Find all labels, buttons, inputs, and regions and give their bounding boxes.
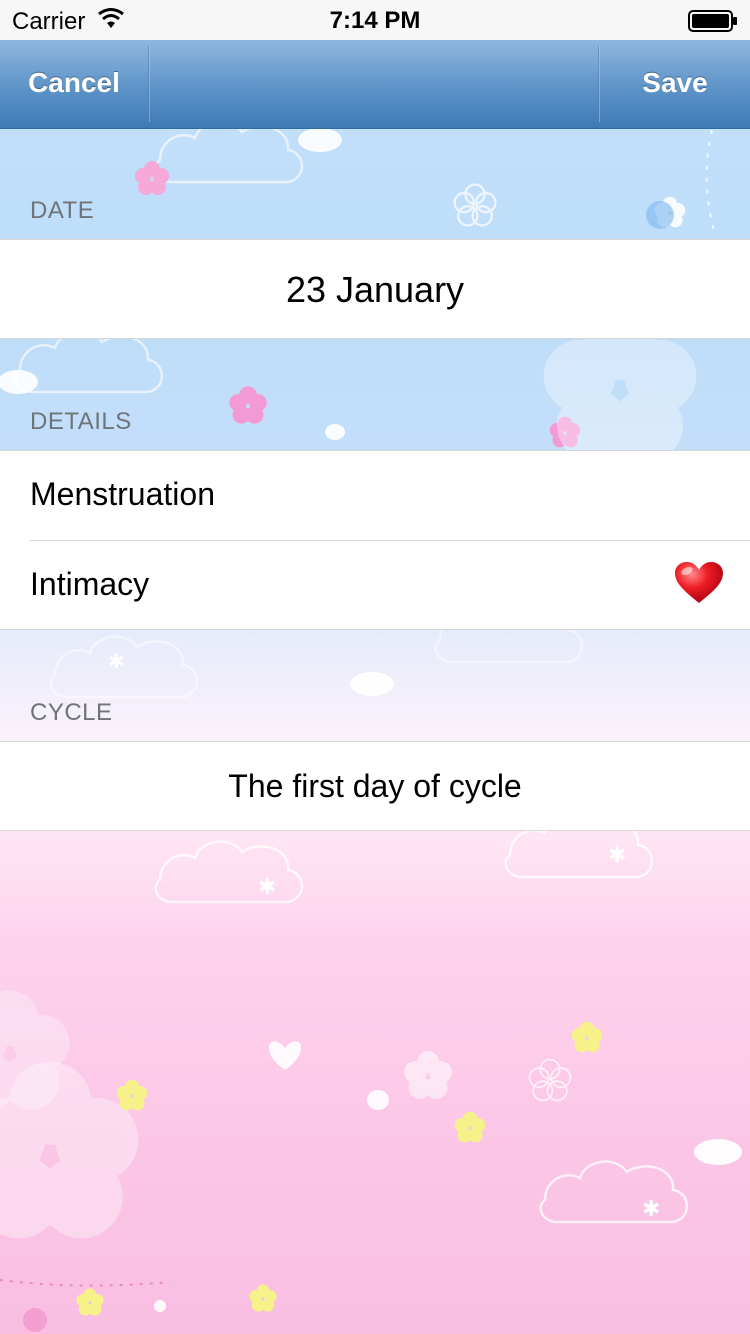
row-label: Intimacy <box>30 566 150 602</box>
svg-text:✱: ✱ <box>108 649 125 673</box>
nav-divider <box>148 46 150 122</box>
navigation-bar: Cancel Save <box>0 40 750 129</box>
cancel-button[interactable]: Cancel <box>0 40 148 128</box>
status-time: 7:14 PM <box>329 7 421 34</box>
date-cell[interactable]: 23 January <box>0 239 750 339</box>
date-value: 23 January <box>285 269 465 310</box>
svg-text:✱: ✱ <box>642 1197 660 1222</box>
section-header-details: DETAILS <box>30 408 132 435</box>
flower-background: ✱ ✱ ✱ ✱ <box>0 120 742 1332</box>
cycle-cell[interactable]: The first day of cycle <box>0 741 750 831</box>
section-header-cycle: CYCLE <box>30 699 113 726</box>
row-label: Menstruation <box>30 476 215 512</box>
heart-icon <box>674 561 724 610</box>
details-row-intimacy[interactable]: Intimacy <box>0 541 750 630</box>
status-bar: Carrier 7:14 PM <box>0 0 750 40</box>
save-button[interactable]: Save <box>600 40 750 128</box>
section-header-date: DATE <box>30 197 95 224</box>
cycle-value: The first day of cycle <box>228 768 522 804</box>
details-group: Menstruation Intimacy <box>0 450 750 630</box>
svg-text:✱: ✱ <box>258 875 276 900</box>
battery-icon <box>688 10 738 39</box>
details-row-menstruation[interactable]: Menstruation <box>0 451 750 540</box>
svg-text:✱: ✱ <box>608 843 626 868</box>
